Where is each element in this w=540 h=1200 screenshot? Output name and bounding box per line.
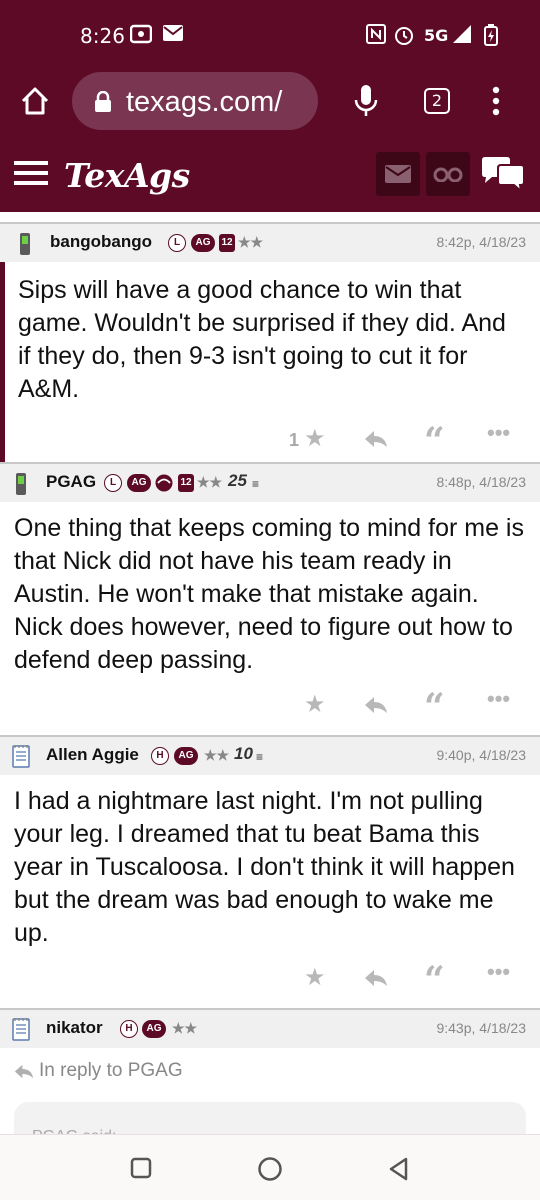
post-actions: 1 ★ “ ••• (0, 420, 540, 462)
badge-rank: 25 (228, 471, 247, 490)
badge-stars: ★★ (197, 474, 223, 490)
post-actions: ★ “ ••• (0, 959, 540, 1001)
site-header: TexAgs (0, 138, 540, 212)
alarm-icon (395, 27, 413, 45)
lock-icon (95, 91, 111, 112)
status-bar: 8:26 5G (0, 0, 540, 68)
badge-rank: 10 (234, 744, 253, 763)
star-icon[interactable]: ★ (304, 690, 326, 719)
system-nav-bar (0, 1134, 540, 1200)
post-timestamp: 9:40p, 4/18/23 (436, 747, 526, 763)
badge-ag: AG (127, 474, 151, 492)
notepad-icon (12, 1018, 30, 1041)
tab-switcher-button[interactable]: 2 (424, 88, 450, 114)
badge-h: H (120, 1020, 138, 1038)
post-body: I had a nightmare last night. I'm not pu… (14, 787, 515, 947)
phone-icon (16, 473, 26, 495)
url-text: texags.com/ (126, 86, 283, 118)
phone-icon (20, 233, 30, 255)
thread-content: bangobango L AG 12 ★★ 8:42p, 4/18/23 Sip… (0, 212, 540, 1137)
home-icon[interactable] (20, 86, 50, 116)
post-header: PGAG L AG 12 ★★ 25 ≡ 8:48p, 4/18/23 (0, 462, 540, 502)
nav-circle-icon[interactable] (257, 1156, 283, 1182)
quote-icon[interactable]: “ (424, 959, 445, 1001)
post-timestamp: 8:48p, 4/18/23 (436, 474, 526, 490)
chat-icon[interactable] (480, 156, 526, 194)
more-horiz-icon[interactable]: ••• (487, 686, 510, 712)
in-reply-to-link[interactable]: In reply to PGAG (39, 1060, 183, 1082)
badge-stars: ★★ (204, 747, 230, 763)
badge-12: 12 (178, 474, 194, 492)
reply-icon[interactable] (364, 969, 388, 987)
nfc-icon (366, 24, 386, 44)
quote-icon[interactable]: “ (424, 420, 445, 462)
post-body: One thing that keeps coming to mind for … (14, 514, 524, 674)
badge-l: L (168, 234, 186, 252)
nav-back-icon[interactable] (386, 1156, 412, 1182)
site-logo[interactable]: TexAgs (64, 156, 190, 195)
rank-lines-icon: ≡ (252, 477, 260, 491)
badge-l: L (104, 474, 122, 492)
post-username[interactable]: nikator (46, 1018, 103, 1038)
menu-icon[interactable] (14, 160, 48, 186)
cast-icon (130, 24, 152, 44)
nav-square-icon[interactable] (130, 1157, 152, 1179)
badge-stars: ★★ (172, 1020, 198, 1036)
signal-icon (453, 25, 471, 43)
address-bar[interactable]: texags.com/ (72, 72, 318, 130)
quote-box: PGAG said: (14, 1102, 526, 1137)
badge-ag: AG (174, 747, 198, 765)
post-timestamp: 9:43p, 4/18/23 (436, 1020, 526, 1036)
post-username[interactable]: Allen Aggie (46, 745, 139, 765)
star-count: 1 (289, 430, 300, 450)
post: Allen Aggie H AG ★★ 10 ≡ 9:40p, 4/18/23 … (0, 735, 540, 1007)
rank-lines-icon: ≡ (256, 750, 264, 764)
quote-icon[interactable]: “ (424, 686, 445, 728)
mic-icon[interactable] (354, 84, 378, 118)
post-header: bangobango L AG 12 ★★ 8:42p, 4/18/23 (0, 222, 540, 262)
post: nikator H AG ★★ 9:43p, 4/18/23 In reply … (0, 1008, 540, 1137)
more-vert-icon[interactable] (492, 86, 500, 116)
binoculars-icon (433, 167, 463, 182)
status-time: 8:26 (80, 24, 125, 48)
badge-ag: AG (142, 1020, 166, 1038)
reply-icon[interactable] (364, 696, 388, 714)
messages-button[interactable] (376, 152, 420, 196)
watch-button[interactable] (426, 152, 470, 196)
more-horiz-icon[interactable]: ••• (487, 420, 510, 446)
badge-12: 12 (219, 234, 235, 252)
helmet-icon (155, 474, 173, 492)
post: bangobango L AG 12 ★★ 8:42p, 4/18/23 Sip… (0, 222, 540, 462)
post-actions: ★ “ ••• (0, 686, 540, 728)
post-body: Sips will have a good chance to win that… (18, 276, 506, 403)
post-timestamp: 8:42p, 4/18/23 (436, 234, 526, 250)
badge-stars: ★★ (238, 234, 264, 250)
more-horiz-icon[interactable]: ••• (487, 959, 510, 985)
post-header: nikator H AG ★★ 9:43p, 4/18/23 (0, 1008, 540, 1048)
star-icon[interactable]: ★ (304, 963, 326, 992)
reply-arrow-icon (14, 1064, 34, 1079)
post-header: Allen Aggie H AG ★★ 10 ≡ 9:40p, 4/18/23 (0, 735, 540, 775)
badge-ag: AG (191, 234, 215, 252)
post-username[interactable]: bangobango (50, 232, 152, 252)
post-username[interactable]: PGAG (46, 472, 96, 492)
reply-icon[interactable] (364, 430, 388, 448)
post: PGAG L AG 12 ★★ 25 ≡ 8:48p, 4/18/23 One … (0, 462, 540, 736)
badge-h: H (151, 747, 169, 765)
mail-icon (385, 165, 411, 183)
battery-icon (484, 24, 498, 46)
browser-toolbar: texags.com/ 2 (0, 68, 540, 138)
network-label: 5G (424, 26, 449, 45)
star-icon[interactable]: ★ (304, 424, 326, 453)
notepad-icon (12, 745, 30, 768)
email-icon (163, 25, 183, 41)
